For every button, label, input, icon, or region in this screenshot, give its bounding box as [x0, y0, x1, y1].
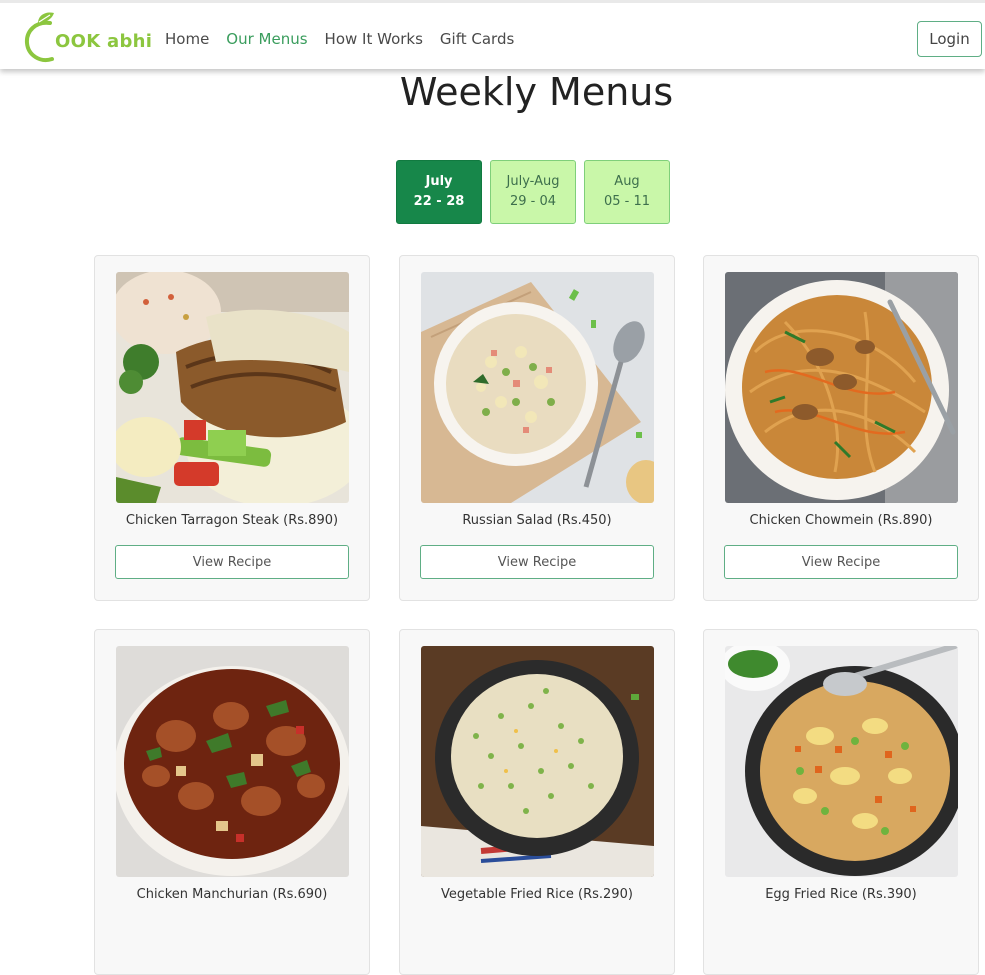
nav-home[interactable]: Home — [165, 30, 209, 48]
brand-logo[interactable]: OOK abhi — [24, 9, 152, 63]
view-recipe-button[interactable]: View Recipe — [420, 545, 654, 579]
view-recipe-button[interactable]: View Recipe — [115, 545, 349, 579]
menu-card: Chicken Chowmein (Rs.890) View Recipe — [703, 255, 979, 601]
week-days: 22 - 28 — [413, 194, 465, 209]
week-days: 05 - 11 — [603, 194, 651, 209]
week-tab-july-22-28[interactable]: July 22 - 28 — [396, 160, 482, 224]
week-month: Aug — [614, 174, 640, 189]
chicken-manchurian-image — [116, 646, 349, 877]
egg-fried-rice-image — [725, 646, 958, 877]
menu-card: Chicken Tarragon Steak (Rs.890) View Rec… — [94, 255, 370, 601]
week-month: July — [425, 174, 453, 189]
menu-item-title: Russian Salad (Rs.450) — [462, 513, 612, 528]
nav-how-it-works[interactable]: How It Works — [325, 30, 423, 48]
week-tab-aug-05-11[interactable]: Aug 05 - 11 — [584, 160, 670, 224]
view-recipe-button[interactable]: View Recipe — [724, 545, 958, 579]
week-month: July-Aug — [506, 174, 560, 189]
navbar: OOK abhi Home Our Menus How It Works Gif… — [0, 0, 985, 69]
menu-item-title: Chicken Tarragon Steak (Rs.890) — [125, 513, 339, 528]
week-tab-july-aug-29-04[interactable]: July-Aug 29 - 04 — [490, 160, 576, 224]
nav-gift-cards[interactable]: Gift Cards — [440, 30, 514, 48]
nav-links: Home Our Menus How It Works Gift Cards — [165, 30, 531, 48]
login-button[interactable]: Login — [917, 21, 982, 57]
menu-card: Vegetable Fried Rice (Rs.290) — [399, 629, 675, 975]
menu-item-title: Chicken Chowmein (Rs.890) — [749, 513, 933, 528]
russian-salad-image — [421, 272, 654, 503]
week-selector: July 22 - 28 July-Aug 29 - 04 Aug 05 - 1… — [396, 160, 670, 224]
menu-card: Chicken Manchurian (Rs.690) — [94, 629, 370, 975]
page-title: Weekly Menus — [399, 70, 674, 114]
menu-card: Egg Fried Rice (Rs.390) — [703, 629, 979, 975]
menu-card: Russian Salad (Rs.450) View Recipe — [399, 255, 675, 601]
logo-text: OOK abhi — [55, 31, 153, 52]
chicken-chowmein-image — [725, 272, 958, 503]
nav-our-menus[interactable]: Our Menus — [226, 30, 307, 48]
vegetable-fried-rice-image — [421, 646, 654, 877]
chicken-tarragon-steak-image — [116, 272, 349, 503]
week-days: 29 - 04 — [509, 194, 557, 209]
